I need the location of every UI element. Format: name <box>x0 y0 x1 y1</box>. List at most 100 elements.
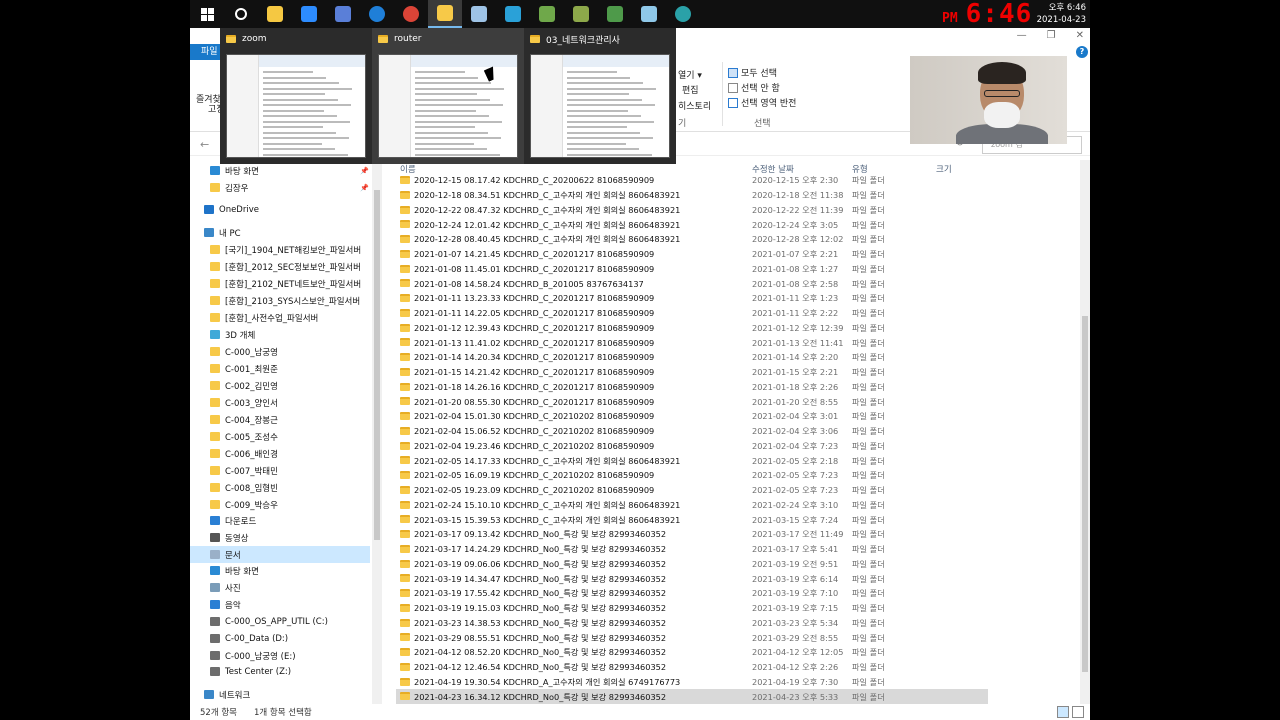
file-row[interactable]: 2021-01-13 11.41.02 KDCHRD_C_20201217 81… <box>396 335 988 350</box>
terminal-app-taskbar-button[interactable] <box>530 0 564 28</box>
nav-item[interactable]: 사진 <box>190 579 370 596</box>
file-row[interactable]: 2021-03-19 09.06.06 KDCHRD_No0_특강 및 보강 8… <box>396 557 988 572</box>
file-row[interactable]: 2020-12-22 08.47.32 KDCHRD_C_고수자의 개인 회의실… <box>396 203 988 218</box>
file-row[interactable]: 2020-12-15 08.17.42 KDCHRD_C_20200622 81… <box>396 173 988 188</box>
file-row[interactable]: 2020-12-28 08.40.45 KDCHRD_C_고수자의 개인 회의실… <box>396 232 988 247</box>
file-row[interactable]: 2021-01-12 12.39.43 KDCHRD_C_20201217 81… <box>396 321 988 336</box>
file-row[interactable]: 2021-03-15 15.39.53 KDCHRD_C_고수자의 개인 회의실… <box>396 512 988 527</box>
nav-item[interactable]: C-008_임형빈 <box>190 479 370 496</box>
nav-item[interactable]: 다운로드 <box>190 512 370 529</box>
file-row[interactable]: 2021-03-19 19.15.03 KDCHRD_No0_특강 및 보강 8… <box>396 601 988 616</box>
file-row[interactable]: 2021-02-05 16.09.19 KDCHRD_C_20210202 81… <box>396 468 988 483</box>
invert-selection-button[interactable]: 선택 영역 반전 <box>728 96 796 109</box>
file-row[interactable]: 2021-03-19 14.34.47 KDCHRD_No0_특강 및 보강 8… <box>396 571 988 586</box>
nav-item[interactable]: [국기]_1904_NET해킹보안_파일서버 <box>190 241 370 258</box>
close-icon[interactable]: ✕ <box>1076 30 1084 41</box>
nav-scrollbar-thumb[interactable] <box>374 190 380 540</box>
file-row[interactable]: 2021-01-14 14.20.34 KDCHRD_C_20201217 81… <box>396 350 988 365</box>
nav-item[interactable]: C-003_양인서 <box>190 394 370 411</box>
thumbnail-network-admin[interactable]: 03_네트워크관리사 <box>524 28 676 164</box>
select-all-button[interactable]: 모두 선택 <box>728 66 777 79</box>
nav-item[interactable]: 내 PC <box>190 224 370 241</box>
details-view-icon[interactable] <box>1057 706 1069 718</box>
file-row[interactable]: 2021-04-23 16.34.12 KDCHRD_No0_특강 및 보강 8… <box>396 689 988 704</box>
file-row[interactable]: 2021-01-11 13.23.33 KDCHRD_C_20201217 81… <box>396 291 988 306</box>
nav-item[interactable]: C-000_남궁영 <box>190 343 370 360</box>
nav-item[interactable]: 바탕 화면 <box>190 562 370 579</box>
file-row[interactable]: 2020-12-24 12.01.42 KDCHRD_C_고수자의 개인 회의실… <box>396 217 988 232</box>
file-row[interactable]: 2021-01-07 14.21.45 KDCHRD_C_20201217 81… <box>396 247 988 262</box>
internet-explorer-taskbar-button[interactable] <box>360 0 394 28</box>
cloud-app-taskbar-button[interactable] <box>462 0 496 28</box>
nav-item[interactable]: [훈합]_2103_SYS시스보안_파일서버 <box>190 292 370 309</box>
tablet-app-taskbar-button[interactable] <box>632 0 666 28</box>
file-row[interactable]: 2021-01-20 08.55.30 KDCHRD_C_20201217 81… <box>396 394 988 409</box>
file-explorer-taskbar-button[interactable] <box>428 0 462 28</box>
nav-item[interactable]: C-002_김민영 <box>190 377 370 394</box>
nav-item[interactable]: C-007_박태민 <box>190 462 370 479</box>
pin-icon[interactable]: 📌 <box>360 167 369 175</box>
open-button[interactable]: 열기 ▾ <box>678 68 702 81</box>
file-row[interactable]: 2021-01-18 14.26.16 KDCHRD_C_20201217 81… <box>396 380 988 395</box>
nav-item[interactable]: 문서 <box>190 546 370 563</box>
file-row[interactable]: 2021-01-15 14.21.42 KDCHRD_C_20201217 81… <box>396 365 988 380</box>
nav-item[interactable]: C-00_Data (D:) <box>190 630 370 647</box>
thumbnail-router[interactable]: router <box>372 28 524 164</box>
nav-item[interactable]: OneDrive <box>190 201 370 218</box>
nav-item[interactable]: 네트워크 <box>190 686 370 703</box>
file-list-scrollbar-thumb[interactable] <box>1082 316 1088 672</box>
nav-item[interactable]: 김장우 📌 <box>190 179 370 196</box>
nav-item[interactable]: [훈합]_2102_NET네트보안_파일서버 <box>190 275 370 292</box>
file-row[interactable]: 2021-03-23 14.38.53 KDCHRD_No0_특강 및 보강 8… <box>396 616 988 631</box>
pen-app-taskbar-button[interactable] <box>258 0 292 28</box>
file-row[interactable]: 2021-02-24 15.10.10 KDCHRD_C_고수자의 개인 회의실… <box>396 498 988 513</box>
thumbnail-zoom[interactable]: zoom <box>220 28 372 164</box>
nav-item[interactable]: C-006_배인경 <box>190 445 370 462</box>
file-row[interactable]: 2021-04-12 08.52.20 KDCHRD_No0_특강 및 보강 8… <box>396 645 988 660</box>
file-row[interactable]: 2021-02-04 19.23.46 KDCHRD_C_20210202 81… <box>396 439 988 454</box>
nav-item[interactable]: C-000_OS_APP_UTIL (C:) <box>190 613 370 630</box>
window-app-taskbar-button[interactable] <box>496 0 530 28</box>
system-clock[interactable]: 오후 6:46 2021-04-23 <box>1037 2 1086 26</box>
tiles-view-icon[interactable] <box>1072 706 1084 718</box>
file-row[interactable]: 2021-04-19 19.30.54 KDCHRD_A_고수자의 개인 회의실… <box>396 675 988 690</box>
nav-item[interactable]: 바탕 화면 📌 <box>190 162 370 179</box>
file-row[interactable]: 2021-04-12 12.46.54 KDCHRD_No0_특강 및 보강 8… <box>396 660 988 675</box>
back-arrow-icon[interactable]: ← <box>200 138 209 151</box>
nav-item[interactable]: C-000_남궁영 (E:) <box>190 647 370 664</box>
file-row[interactable]: 2021-01-08 11.45.01 KDCHRD_C_20201217 81… <box>396 262 988 277</box>
file-row[interactable]: 2021-03-17 09.13.42 KDCHRD_No0_특강 및 보강 8… <box>396 527 988 542</box>
nav-item[interactable]: C-001_최원준 <box>190 360 370 377</box>
help-icon[interactable]: ? <box>1076 46 1088 58</box>
maximize-icon[interactable]: ❐ <box>1047 30 1056 41</box>
edge-taskbar-button[interactable] <box>666 0 700 28</box>
file-row[interactable]: 2021-01-08 14.58.24 KDCHRD_B_201005 8376… <box>396 276 988 291</box>
file-row[interactable]: 2021-01-11 14.22.05 KDCHRD_C_20201217 81… <box>396 306 988 321</box>
nav-item[interactable]: 동영상 <box>190 529 370 546</box>
file-row[interactable]: 2020-12-18 08.34.51 KDCHRD_C_고수자의 개인 회의실… <box>396 188 988 203</box>
terminal-app-2-taskbar-button[interactable] <box>564 0 598 28</box>
file-row[interactable]: 2021-03-29 08.55.51 KDCHRD_No0_특강 및 보강 8… <box>396 630 988 645</box>
nav-item[interactable]: C-005_조성수 <box>190 428 370 445</box>
zoom-app-taskbar-button[interactable] <box>292 0 326 28</box>
terminal-app-3-taskbar-button[interactable] <box>598 0 632 28</box>
nav-item[interactable]: [훈합]_사전수업_파일서버 <box>190 309 370 326</box>
nav-item[interactable]: 음악 <box>190 596 370 613</box>
edit-button[interactable]: 편집 <box>682 83 699 96</box>
file-row[interactable]: 2021-02-05 14.17.33 KDCHRD_C_고수자의 개인 회의실… <box>396 453 988 468</box>
nav-item[interactable]: 3D 개체 <box>190 326 370 343</box>
select-none-button[interactable]: 선택 안 함 <box>728 81 780 94</box>
pin-icon[interactable]: 📌 <box>360 184 369 192</box>
file-row[interactable]: 2021-02-05 19.23.09 KDCHRD_C_20210202 81… <box>396 483 988 498</box>
file-row[interactable]: 2021-02-04 15.01.30 KDCHRD_C_20210202 81… <box>396 409 988 424</box>
file-row[interactable]: 2021-02-04 15.06.52 KDCHRD_C_20210202 81… <box>396 424 988 439</box>
minimize-icon[interactable]: — <box>1017 30 1027 41</box>
file-tab[interactable]: 파일 <box>190 44 224 60</box>
network-app-taskbar-button[interactable] <box>326 0 360 28</box>
windows-start-taskbar-button[interactable] <box>190 0 224 28</box>
file-row[interactable]: 2021-03-17 14.24.29 KDCHRD_No0_특강 및 보강 8… <box>396 542 988 557</box>
nav-item[interactable]: C-004_장봉근 <box>190 411 370 428</box>
file-row[interactable]: 2021-03-19 17.55.42 KDCHRD_No0_특강 및 보강 8… <box>396 586 988 601</box>
search-taskbar-button[interactable] <box>224 0 258 28</box>
nav-item[interactable]: Test Center (Z:) <box>190 663 370 680</box>
